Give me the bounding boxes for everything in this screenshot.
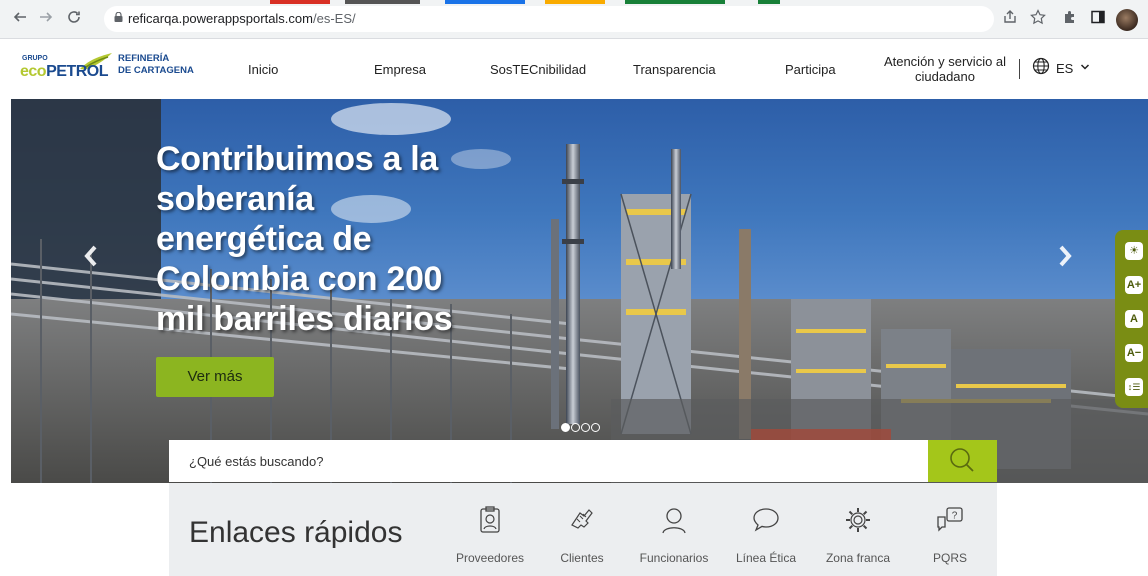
arrow-left-icon [13, 12, 26, 22]
nav-inicio[interactable]: Inicio [248, 62, 278, 77]
quick-link-label: Clientes [560, 551, 604, 565]
logo-eco: eco [20, 63, 47, 80]
quick-links-title: Enlaces rápidos [189, 516, 403, 549]
tab-indicator [545, 0, 605, 4]
quick-link-label: Proveedores [455, 551, 525, 565]
quick-links-panel: Enlaces rápidos Proveedores Clientes Fun… [169, 483, 997, 576]
language-selector[interactable]: ES [1056, 61, 1073, 76]
reload-button[interactable] [64, 9, 84, 29]
search-icon [950, 448, 974, 472]
carousel-next-button[interactable] [1055, 241, 1085, 281]
share-icon [1004, 10, 1016, 23]
decrease-font-button[interactable]: A− [1125, 344, 1143, 362]
globe-icon[interactable] [1032, 57, 1050, 75]
headline-line: soberanía [156, 180, 314, 218]
nav-participa[interactable]: Participa [785, 62, 836, 77]
line-spacing-button[interactable]: ↕☰ [1125, 378, 1143, 396]
quick-link-clientes[interactable]: Clientes [537, 483, 627, 576]
star-icon [1030, 9, 1046, 25]
logo-petrol: PETROL [46, 63, 108, 80]
logo-ref-line1: REFINERÍA [118, 53, 170, 64]
tab-indicator [758, 0, 780, 4]
sidepanel-button[interactable] [1088, 9, 1108, 29]
accessibility-toolbar: ☀ A+ A A− ↕☰ [1115, 230, 1148, 408]
question-chat-icon: ? [937, 507, 963, 532]
extensions-button[interactable] [1060, 9, 1080, 29]
bookmark-button[interactable] [1028, 9, 1048, 29]
forward-button[interactable] [36, 9, 56, 29]
nav-transparencia[interactable]: Transparencia [633, 62, 716, 77]
carousel-dot[interactable] [561, 423, 570, 432]
headline-line: mil barriles diarios [156, 300, 453, 338]
browser-toolbar: reficarqa.powerappsportals.com/es-ES/ [0, 0, 1148, 39]
quick-link-label: Zona franca [825, 551, 891, 565]
quick-link-funcionarios[interactable]: Funcionarios [629, 483, 719, 576]
headline-line: Contribuimos a la [156, 140, 439, 178]
search-button[interactable] [928, 440, 997, 482]
quick-link-linea-etica[interactable]: Línea Ética [721, 483, 811, 576]
reset-font-button[interactable]: A [1125, 310, 1143, 328]
address-bar[interactable]: reficarqa.powerappsportals.com/es-ES/ [104, 6, 994, 32]
lock-icon [114, 12, 123, 22]
url-text: reficarqa.powerappsportals.com/es-ES/ [128, 11, 356, 26]
arrow-right-icon [40, 12, 53, 22]
divider [1019, 59, 1020, 79]
person-icon [662, 508, 686, 534]
chevron-left-icon [84, 245, 97, 267]
contrast-button[interactable]: ☀ [1125, 242, 1143, 260]
carousel-dot[interactable] [571, 423, 580, 432]
hero-carousel: Contribuimos a la soberanía energética d… [11, 99, 1148, 483]
carousel-dot[interactable] [591, 423, 600, 432]
atencion-line2: ciudadano [915, 69, 975, 84]
carousel-prev-button[interactable] [81, 241, 111, 281]
ecopetrol-logo[interactable]: GRUPO ecoPETROL REFINERÍA DE CARTAGENA [20, 51, 200, 87]
logo-ref-line2: DE CARTAGENA [118, 65, 194, 76]
tab-indicator [625, 0, 725, 4]
share-button[interactable] [1000, 9, 1020, 29]
nav-atencion-ciudadano[interactable]: Atención y servicio al ciudadano [878, 54, 1012, 84]
chevron-down-icon[interactable] [1080, 62, 1090, 72]
site-search [169, 440, 997, 482]
speech-bubble-icon [753, 508, 779, 532]
search-input[interactable] [169, 440, 927, 482]
carousel-dot[interactable] [581, 423, 590, 432]
tab-indicator [345, 0, 420, 4]
logo-refineria: REFINERÍA DE CARTAGENA [118, 53, 194, 77]
quick-link-label: Línea Ética [735, 551, 797, 565]
tab-indicator [445, 0, 525, 4]
svg-text:?: ? [952, 511, 958, 522]
ver-mas-button[interactable]: Ver más [156, 357, 274, 397]
quick-link-zona-franca[interactable]: Zona franca [813, 483, 903, 576]
chevron-right-icon [1059, 245, 1072, 267]
headline-line: energética de [156, 220, 372, 258]
url-path: /es-ES/ [312, 11, 356, 26]
increase-font-button[interactable]: A+ [1125, 276, 1143, 294]
carousel-indicators [561, 419, 601, 432]
sidepanel-icon [1091, 10, 1105, 24]
hero-headline: Contribuimos a la soberanía energética d… [156, 139, 496, 339]
clipboard-user-icon [480, 506, 500, 533]
puzzle-icon [1065, 11, 1074, 23]
quick-link-label: Funcionarios [639, 551, 709, 565]
quick-link-proveedores[interactable]: Proveedores [445, 483, 535, 576]
tab-indicator [270, 0, 330, 4]
site-header: GRUPO ecoPETROL REFINERÍA DE CARTAGENA In… [0, 39, 1148, 99]
gear-icon [846, 508, 870, 532]
nav-sostecnibilidad[interactable]: SosTECnibilidad [490, 62, 586, 77]
reload-icon [68, 11, 80, 23]
logo-wordmark: ecoPETROL [20, 63, 108, 81]
url-host: reficarqa.powerappsportals.com [128, 11, 313, 26]
handshake-icon [571, 509, 593, 529]
profile-avatar[interactable] [1116, 9, 1138, 31]
atencion-line1: Atención y servicio al [883, 54, 1007, 69]
nav-empresa[interactable]: Empresa [374, 62, 426, 77]
quick-link-pqrs[interactable]: ? PQRS [905, 483, 995, 576]
headline-line: Colombia con 200 [156, 260, 443, 298]
logo-grupo: GRUPO [22, 55, 48, 62]
back-button[interactable] [10, 9, 30, 29]
quick-link-label: PQRS [932, 551, 967, 565]
